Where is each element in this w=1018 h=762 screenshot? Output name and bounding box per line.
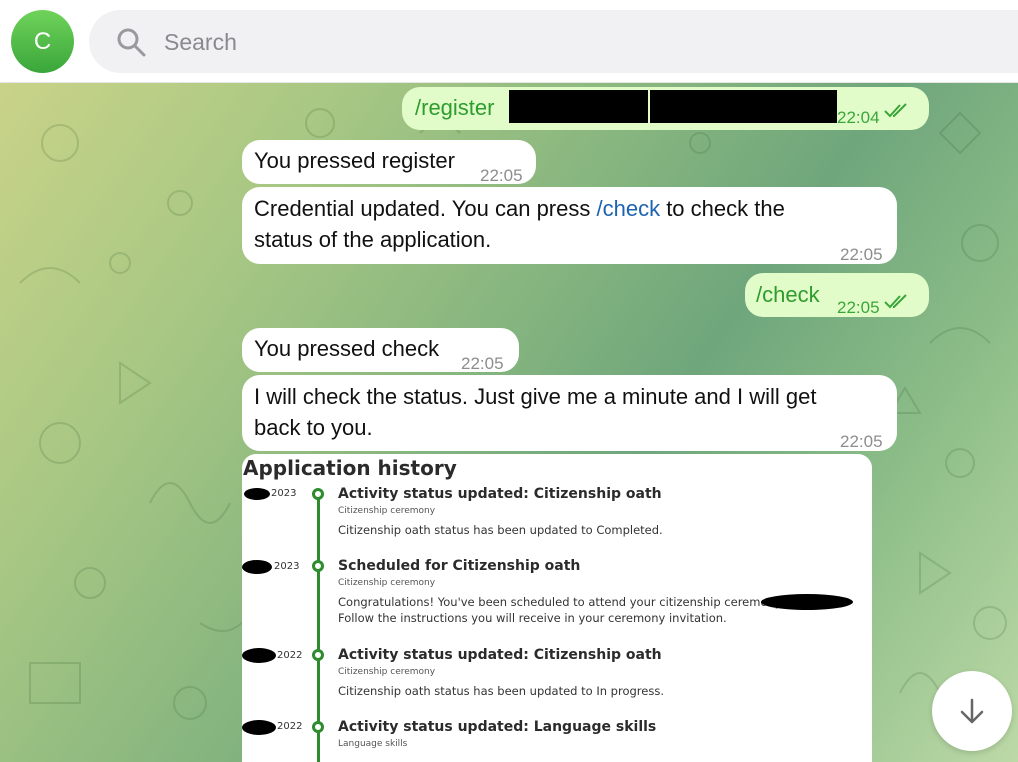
profile-avatar[interactable]: C [11, 10, 74, 73]
message-incoming[interactable]: You pressed register 22:05 [242, 140, 536, 185]
arrow-down-icon [960, 698, 984, 724]
entry-date: 2022 [277, 650, 303, 661]
message-outgoing-check[interactable]: /check 22:05 [745, 273, 929, 317]
redacted-date [761, 594, 853, 610]
timeline-dot [312, 560, 324, 572]
message-incoming[interactable]: Credential updated. You can press /check… [242, 187, 897, 264]
message-text-line: I will check the status. Just give me a … [254, 384, 817, 409]
timeline-dot [312, 649, 324, 661]
entry-date: 2023 [274, 561, 300, 572]
message-text-part: to check the [660, 196, 785, 221]
message-time: 22:05 [837, 298, 880, 317]
redacted-date [244, 488, 270, 500]
double-check-icon [884, 103, 907, 118]
top-bar: C Search [0, 0, 1018, 83]
message-text: You pressed register [254, 148, 455, 173]
double-check-icon [884, 294, 907, 309]
message-text-part: status of the application. [254, 227, 492, 252]
application-history-image[interactable]: Application history 2023 Activity status… [242, 454, 872, 762]
scroll-to-bottom-button[interactable] [932, 671, 1012, 751]
message-text: /register [415, 95, 495, 120]
redacted-date [242, 560, 272, 574]
message-incoming[interactable]: I will check the status. Just give me a … [242, 375, 897, 451]
message-text-part: Credential updated. You can press [254, 196, 597, 221]
message-text: You pressed check [254, 336, 440, 361]
message-time: 22:05 [840, 432, 883, 451]
entry-description: Follow the instructions you will receive… [338, 611, 727, 625]
search-field[interactable]: Search [89, 10, 1018, 73]
check-command-link[interactable]: /check [596, 196, 660, 221]
entry-heading: Activity status updated: Citizenship oat… [338, 486, 662, 502]
search-placeholder: Search [164, 29, 237, 55]
avatar-letter: C [33, 27, 52, 55]
message-outgoing-register[interactable]: /register 22:04 [402, 87, 929, 130]
message-text: /check [756, 282, 820, 307]
entry-heading: Scheduled for Citizenship oath [338, 558, 581, 574]
entry-description: Citizenship oath status has been updated… [338, 523, 663, 537]
redacted-block [509, 90, 648, 123]
message-text: I will check the status. Just give me a … [254, 381, 889, 443]
timeline-dot [312, 721, 324, 733]
message-time: 22:04 [837, 108, 880, 127]
timeline-dot [312, 488, 324, 500]
redacted-date [242, 720, 276, 735]
entry-category: Citizenship ceremony [338, 667, 436, 677]
redacted-date [242, 648, 276, 663]
entry-heading: Activity status updated: Language skills [338, 719, 657, 735]
entry-date: 2022 [277, 721, 303, 732]
entry-heading: Activity status updated: Citizenship oat… [338, 647, 662, 663]
card-title: Application history [243, 456, 457, 480]
message-text-line: back to you. [254, 415, 373, 440]
entry-description: Citizenship oath status has been updated… [338, 684, 664, 698]
entry-category: Language skills [338, 739, 408, 749]
message-time: 22:05 [840, 245, 883, 264]
message-incoming[interactable]: You pressed check 22:05 [242, 328, 519, 373]
redacted-block [650, 90, 837, 123]
entry-date: 2023 [271, 488, 297, 499]
entry-description: Congratulations! You've been scheduled t… [338, 595, 800, 609]
message-text: Credential updated. You can press /check… [254, 193, 874, 255]
entry-category: Citizenship ceremony [338, 578, 436, 588]
search-icon [117, 28, 146, 57]
entry-category: Citizenship ceremony [338, 506, 436, 516]
